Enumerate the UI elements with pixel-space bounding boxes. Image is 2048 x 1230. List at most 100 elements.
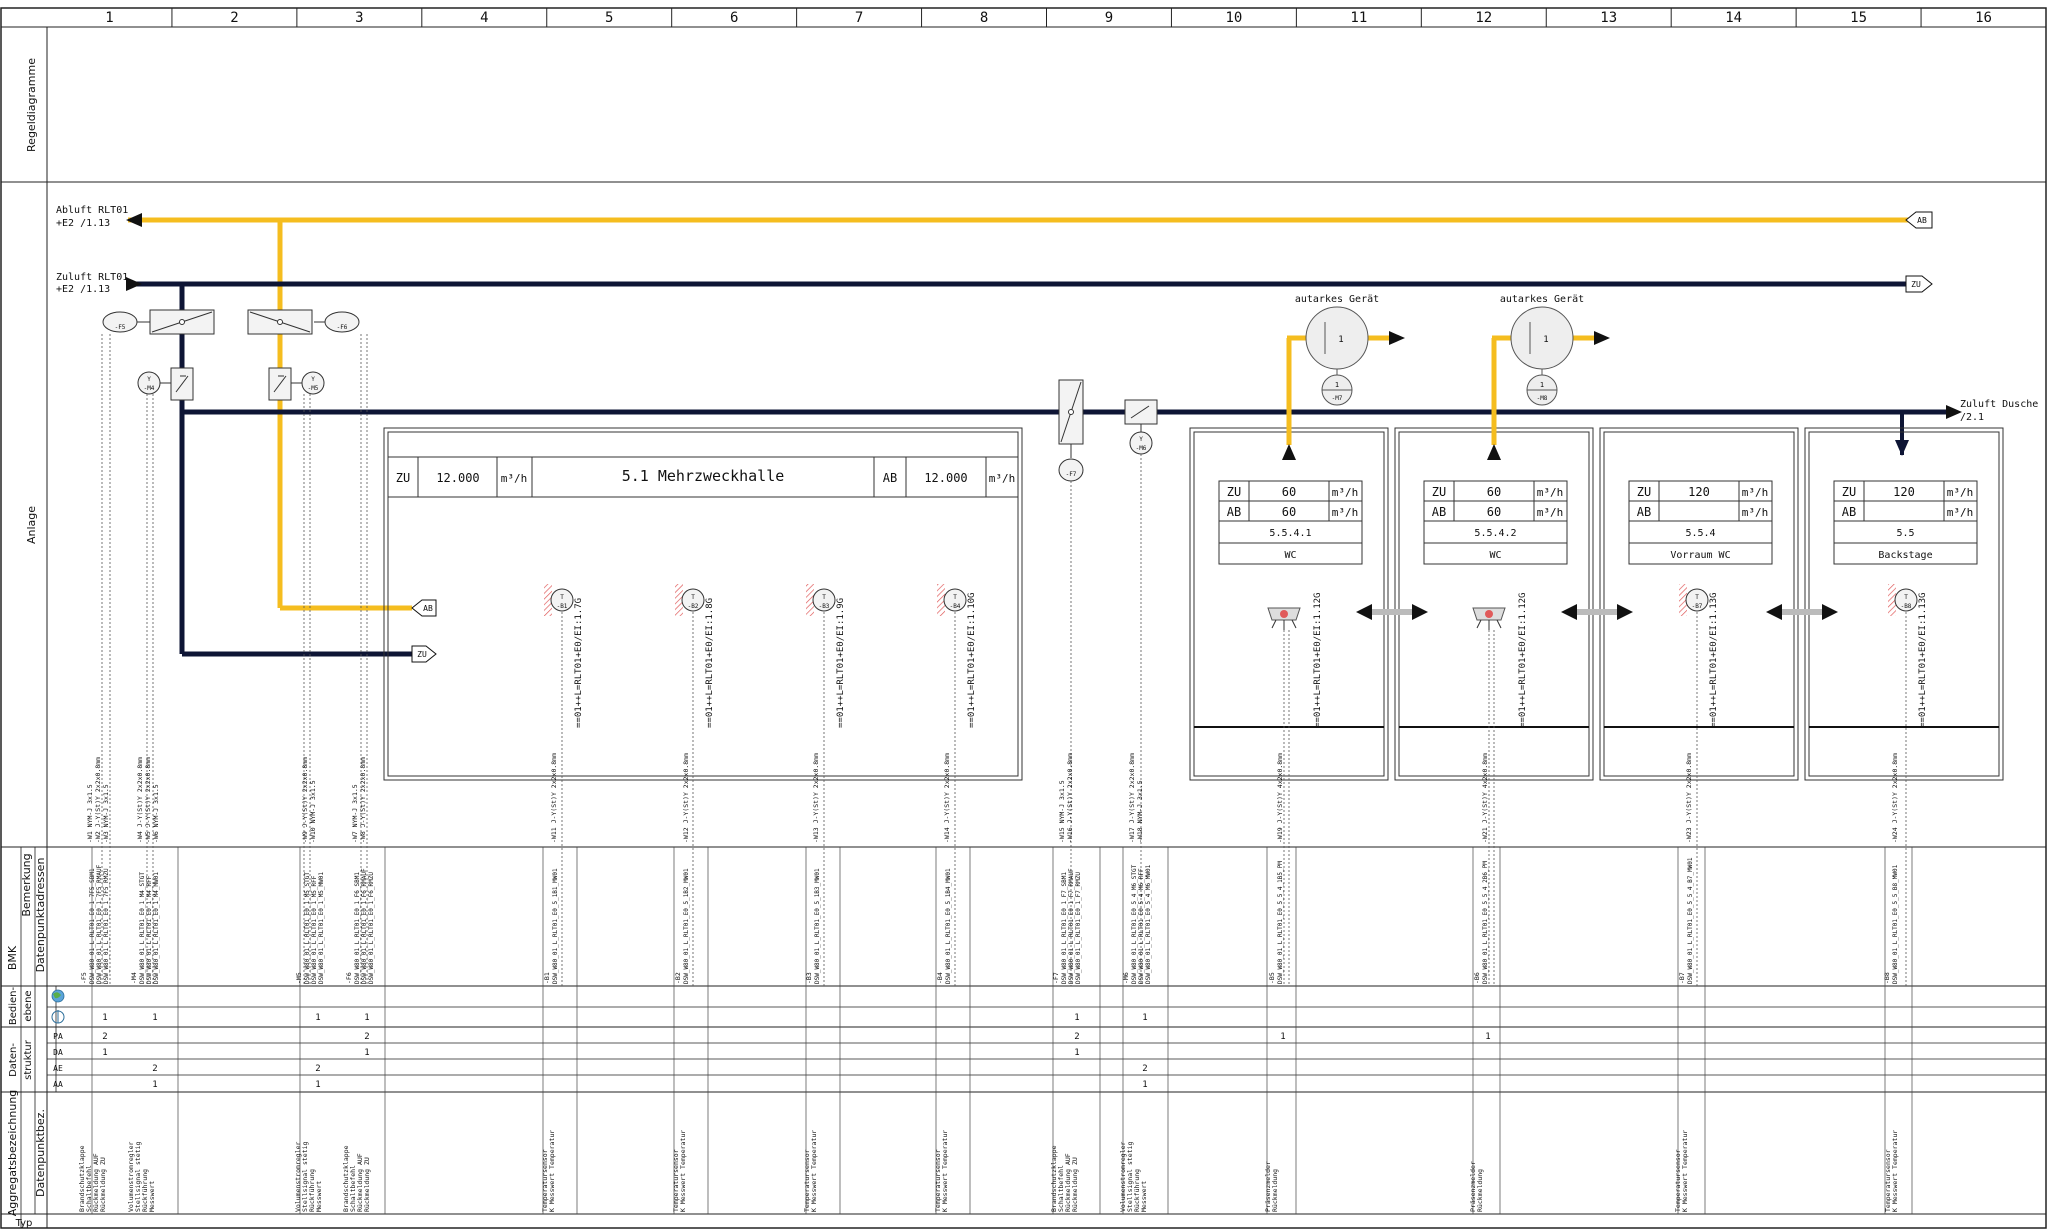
label-anlage: Anlage [25, 506, 38, 544]
room-ab-value: 60 [1282, 505, 1296, 519]
room-zu-label: ZU [1432, 485, 1446, 499]
aggregate-label: K Messwert Temperatur [810, 1130, 818, 1212]
sensor-address: ==01++L=RLT01+E0/EI:1.10G [967, 593, 977, 728]
fan-out-arrow-icon [1594, 331, 1610, 345]
datapoint-address: DSW_W80_01_L_RLT01_E0_5_4_M6_STGT [1131, 864, 1138, 984]
label-ae: AE [53, 1064, 63, 1073]
room-code: 5.5.4 [1685, 528, 1715, 539]
abluft-ref: +E2 /1.13 [56, 218, 110, 229]
datapoint-address: DSW_W80_01_L_RLT01_E0_5_1B3_MW01 [814, 868, 821, 984]
aggregate-label: K Messwert Temperatur [548, 1130, 556, 1212]
da_row-value: 1 [102, 1048, 107, 1058]
sensor-type: T [691, 594, 695, 601]
address-tag: -B1 [543, 972, 551, 984]
vav-controller-m4: Y -M4 [137, 367, 194, 401]
label-daten: Daten- [8, 1043, 19, 1077]
datapoint-address: DSW_W80_01_L_RLT01_E0_5_5_B8_MW01 [1892, 864, 1899, 984]
room-ab-unit: m³/h [1537, 506, 1564, 519]
cable-label: -W21 J-Y(St)Y 4x2x0.8mm [1481, 753, 1489, 843]
label-da: DA [53, 1048, 63, 1057]
datapoint-address: DSW_W80_01_L_RLT01_E0_1_7F5_RMZU [103, 868, 110, 984]
label-aggregatsbezeichnung: Aggregatsbezeichnung [6, 1090, 19, 1217]
sensor-tag: -B4 [950, 603, 961, 610]
aggregate-label: Messwert [148, 1181, 156, 1212]
room-zu-label: ZU [1227, 485, 1241, 499]
aa_row-value: 1 [1142, 1080, 1147, 1090]
sensor-address: ==01++L=RLT01+E0/EI:1.12G [1313, 593, 1323, 728]
svg-text:AB: AB [1917, 216, 1927, 225]
label-regeldiagramme: Regeldiagramme [25, 58, 38, 152]
room-zu-value: 60 [1282, 485, 1296, 499]
column-header-5: 5 [605, 10, 613, 26]
cable-label: -W2 J-Y(St)Y 2x2x0.8mm [94, 757, 102, 843]
sensor-tag: -B3 [819, 603, 830, 610]
bedien_row-value: 1 [315, 1013, 320, 1023]
column-header-14: 14 [1725, 10, 1742, 26]
sheet-border [0, 7, 2047, 1229]
column-header-7: 7 [855, 10, 863, 26]
hall-zu-unit: m³/h [501, 472, 528, 485]
sensor-address: ==01++L=RLT01+E0/EI:1.8G [705, 598, 715, 728]
column-header-8: 8 [980, 10, 988, 26]
room-ab-unit: m³/h [1742, 506, 1769, 519]
room-zu-unit: m³/h [1947, 486, 1974, 499]
room-ab-label: AB [1227, 505, 1241, 519]
aggregate-label: Messwert [1140, 1181, 1148, 1212]
column-header-16: 16 [1975, 10, 1992, 26]
svg-text:Y: Y [311, 376, 315, 383]
cable-label: -W5 J-Y(St)Y 2x2x0.8mm [144, 757, 152, 843]
pa_row-value: 2 [364, 1032, 369, 1042]
cable-label: -W4 J-Y(St)Y 2x2x0.8mm [136, 757, 144, 843]
fire-damper-f6 [247, 309, 313, 335]
datapoint-address: DSW_W80_01_L_RLT01_E0_5_1B1_MW01 [552, 868, 559, 984]
presence-detector-b5 [1267, 607, 1301, 630]
room-ab-label: AB [1842, 505, 1856, 519]
label-struktur: struktur [23, 1039, 34, 1080]
sensor-address: ==01++L=RLT01+E0/EI:1.13G [1709, 593, 1719, 728]
cable-label: -W11 J-Y(St)Y 2x2x0.8mm [550, 753, 558, 843]
column-header-3: 3 [355, 10, 363, 26]
room-code: 5.5 [1896, 528, 1914, 539]
sensor-type: T [822, 594, 826, 601]
autark-label: autarkes Gerät [1500, 294, 1584, 305]
pa_row-value: 1 [1280, 1032, 1285, 1042]
hall-name: 5.1 Mehrzweckhalle [622, 467, 785, 485]
cable-label: -W24 J-Y(St)Y 2x2x0.8mm [1891, 753, 1899, 843]
room-name: WC [1284, 550, 1296, 561]
svg-text:AB: AB [423, 604, 433, 613]
cable-label: -W1 NYM-J 3x1.5 [86, 784, 94, 843]
cable-label: -W15 NYM-J 3x1.5 [1058, 780, 1066, 843]
fan-number: 1 [1540, 381, 1544, 389]
temperature-sensor: T -B7 ==01++L=RLT01+E0/EI:1.13G [1679, 584, 1719, 728]
fan-number: 1 [1335, 381, 1339, 389]
room-name: Vorraum WC [1670, 550, 1730, 561]
svg-text:ZU: ZU [417, 650, 427, 659]
hall-zu-label: ZU [396, 471, 410, 485]
datapoint-address: DSW_W80_01_L_RLT01_E0_1_F6_RMZU [368, 872, 375, 984]
temperature-sensor: T -B3 ==01++L=RLT01+E0/EI:1.9G [806, 584, 846, 728]
datapoint-address: DSW_W80_01_L_RLT01_E0_1_F6_SBM1 [354, 872, 361, 984]
bedien_row-value: 1 [152, 1013, 157, 1023]
sensor-address: ==01++L=RLT01+E0/EI:1.7G [574, 598, 584, 728]
aggregate-label: Messwert [315, 1181, 323, 1212]
autark-label: autarkes Gerät [1295, 294, 1379, 305]
room-zu-label: ZU [1842, 485, 1856, 499]
address-tag: -B5 [1268, 972, 1276, 984]
svg-text:-F5: -F5 [115, 324, 126, 331]
cable-label: -W3 NYM-J 3x1.5 [102, 784, 110, 843]
svg-text:-M5: -M5 [308, 385, 319, 392]
zuluft-label: Zuluft RLT01 [56, 272, 128, 283]
svg-text:-M4: -M4 [144, 385, 155, 392]
ab-tag-hall: AB [411, 599, 437, 617]
sensor-address: ==01++L=RLT01+E0/EI:1.9G [836, 598, 846, 728]
datapoint-address: DSW_W80_01_L_RLT01_E0_1_M4_MW01 [153, 872, 160, 984]
svg-text:-M6: -M6 [1136, 445, 1147, 452]
room-ab-unit: m³/h [1332, 506, 1359, 519]
ae_row-value: 2 [1142, 1064, 1147, 1074]
hall-ab-unit: m³/h [989, 472, 1016, 485]
aggregate-label: Rückmeldung ZU [363, 1157, 371, 1212]
exhaust-arrow-icon [126, 213, 142, 227]
room-code: 5.5.4.2 [1474, 528, 1516, 539]
aggregate-label: K Messwert Temperatur [941, 1130, 949, 1212]
room-zu-unit: m³/h [1537, 486, 1564, 499]
